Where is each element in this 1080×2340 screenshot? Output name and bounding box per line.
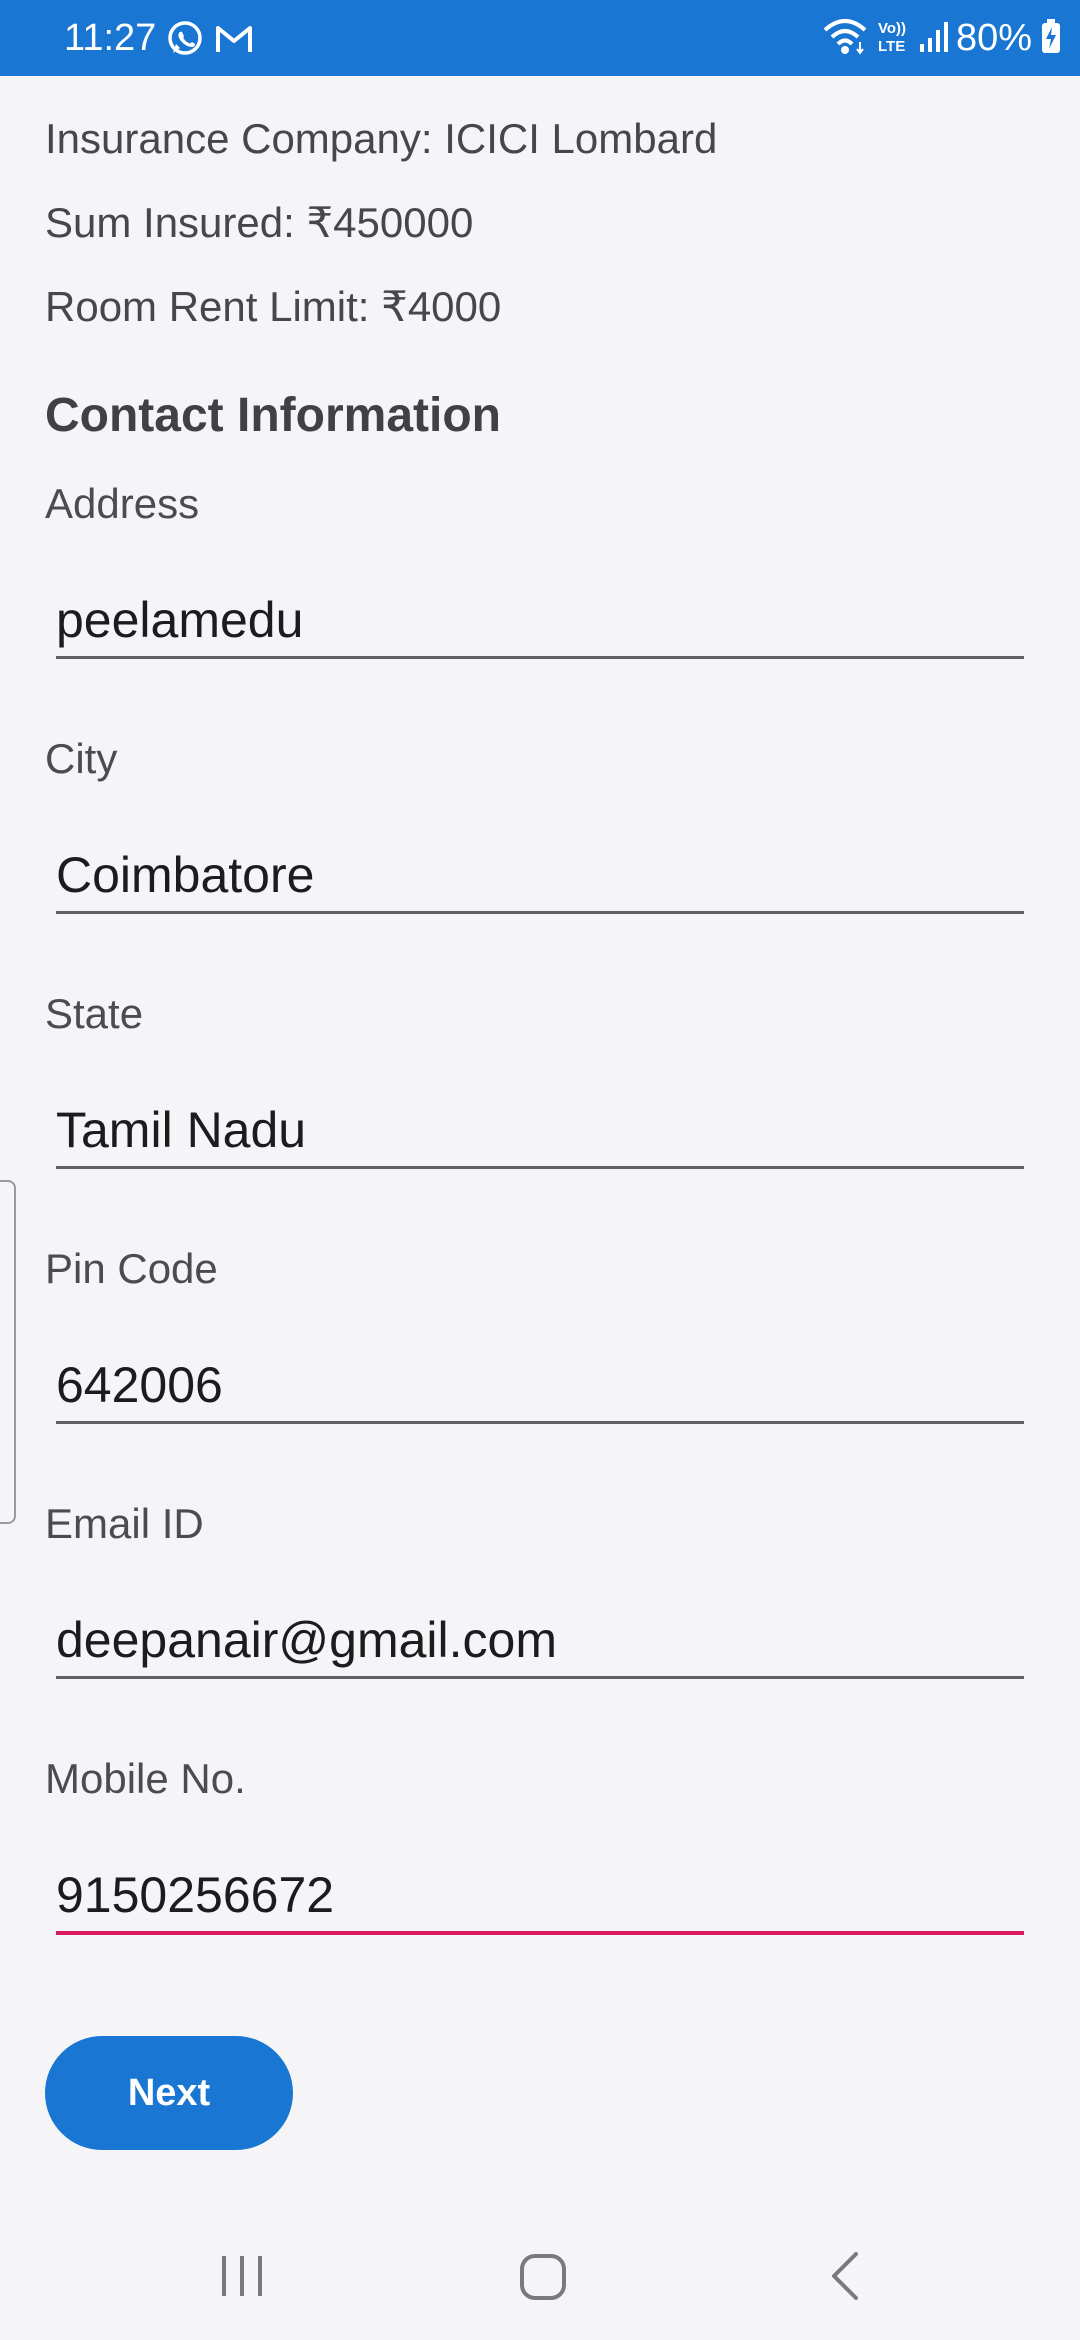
pin-code-field[interactable]: [56, 1349, 1024, 1424]
address-field[interactable]: [56, 584, 1024, 659]
mobile-label: Mobile No.: [45, 1755, 246, 1802]
home-icon[interactable]: [516, 2248, 572, 2309]
state-field[interactable]: [56, 1094, 1024, 1169]
insurance-company-text: Insurance Company: ICICI Lombard: [45, 115, 718, 162]
status-bar: 11:27 Vo)) LTE 80%: [0, 0, 1080, 76]
navigation-bar: [0, 2220, 1080, 2340]
signal-icon: [918, 16, 948, 61]
email-label: Email ID: [45, 1500, 204, 1547]
volte-icon: Vo)) LTE: [876, 16, 910, 61]
city-field[interactable]: [56, 839, 1024, 914]
pin-code-label: Pin Code: [45, 1245, 218, 1292]
battery-percentage: 80%: [955, 17, 1032, 59]
edge-panel-handle[interactable]: [0, 1180, 16, 1524]
state-label: State: [45, 990, 144, 1037]
city-label: City: [45, 735, 118, 782]
sum-insured-text: Sum Insured: ₹450000: [45, 199, 474, 246]
address-label: Address: [45, 480, 200, 527]
svg-text:LTE: LTE: [878, 38, 905, 55]
wifi-icon: [822, 16, 868, 61]
status-time: 11:27: [64, 17, 157, 59]
contact-information-heading: Contact Information: [45, 389, 501, 442]
room-rent-limit-text: Room Rent Limit: ₹4000: [45, 283, 502, 330]
gmail-icon: [214, 20, 254, 58]
recent-apps-icon[interactable]: [218, 2248, 266, 2309]
svg-text:Vo)): Vo)): [878, 20, 906, 37]
next-button[interactable]: Next: [45, 2036, 293, 2150]
battery-charging-icon: [1040, 16, 1062, 61]
mobile-field[interactable]: [56, 1859, 1024, 1935]
whatsapp-icon: [166, 20, 204, 58]
email-field[interactable]: [56, 1604, 1024, 1679]
back-icon[interactable]: [822, 2248, 870, 2309]
